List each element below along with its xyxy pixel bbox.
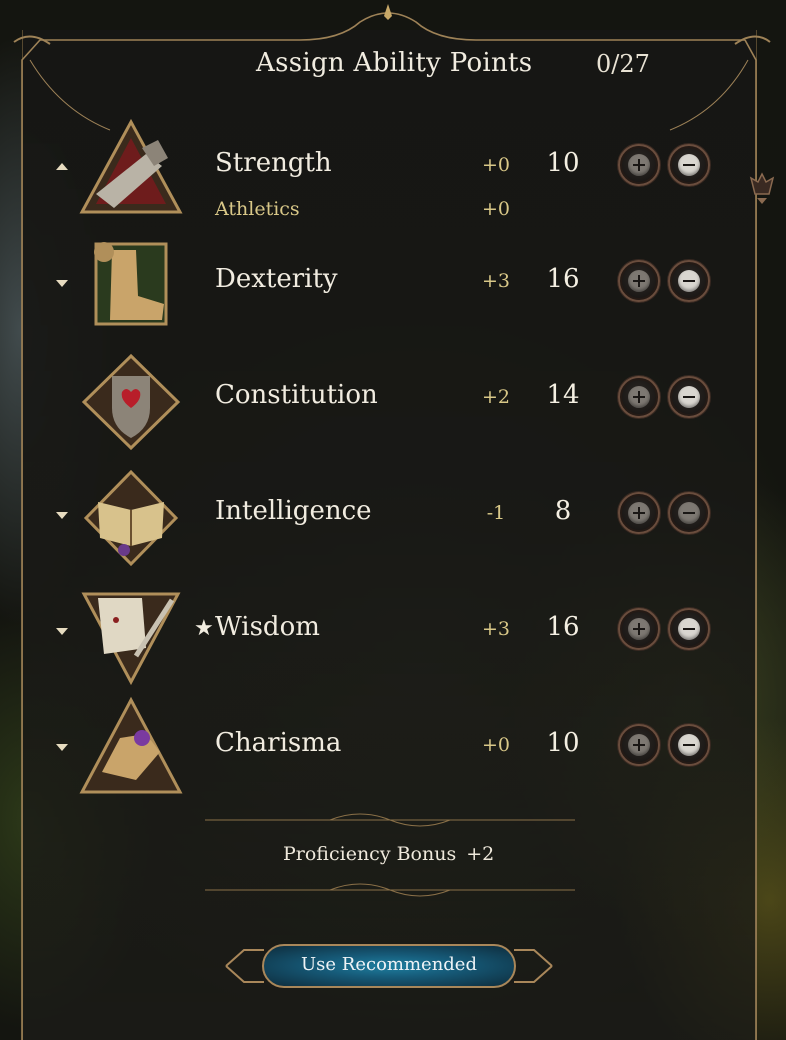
- plus-icon: [628, 270, 650, 292]
- ability-modifier-charisma: +0: [481, 734, 510, 756]
- increase-intelligence-button[interactable]: [618, 492, 660, 534]
- increase-wisdom-button[interactable]: [618, 608, 660, 650]
- ability-score-constitution: 14: [546, 380, 580, 410]
- minus-icon: [678, 734, 700, 756]
- class-primary-star-icon: ★: [194, 616, 214, 641]
- use-recommended-label: Use Recommended: [301, 954, 477, 975]
- minus-icon: [678, 270, 700, 292]
- minus-icon: [678, 502, 700, 524]
- ability-modifier-constitution: +2: [481, 386, 510, 408]
- proficiency-bonus-value: +2: [466, 843, 495, 865]
- expand-caret-icon[interactable]: [56, 628, 68, 635]
- ability-points-counter: 0/27: [596, 50, 650, 78]
- ability-modifier-dexterity: +3: [481, 270, 510, 292]
- ability-score-charisma: 10: [546, 728, 580, 758]
- minus-icon: [678, 618, 700, 640]
- ability-modifier-intelligence: -1: [486, 502, 506, 524]
- ability-modifier-wisdom: +3: [481, 618, 510, 640]
- expand-caret-icon[interactable]: [56, 512, 68, 519]
- skill-name-athletics: Athletics: [215, 198, 300, 220]
- dexterity-boot-icon: [94, 242, 168, 326]
- plus-icon: [628, 618, 650, 640]
- ability-score-intelligence: 8: [554, 496, 572, 526]
- plus-icon: [628, 502, 650, 524]
- crown-ornament-icon: [749, 172, 775, 204]
- ability-row-charisma: Charisma +0 10: [0, 696, 786, 836]
- increase-dexterity-button[interactable]: [618, 260, 660, 302]
- plus-icon: [628, 734, 650, 756]
- ability-name-wisdom: Wisdom: [215, 612, 320, 642]
- strength-gauntlet-icon: [79, 118, 183, 214]
- intelligence-book-icon: [83, 469, 179, 567]
- ability-name-charisma: Charisma: [215, 728, 342, 758]
- ability-modifier-strength: +0: [481, 154, 510, 176]
- minus-icon: [678, 386, 700, 408]
- decrease-wisdom-button[interactable]: [668, 608, 710, 650]
- ability-name-strength: Strength: [215, 148, 332, 178]
- wisdom-scroll-quill-icon: [81, 592, 181, 686]
- use-recommended-button[interactable]: Use Recommended: [222, 936, 556, 996]
- charisma-hand-icon: [79, 696, 183, 794]
- skill-modifier-athletics: +0: [481, 198, 510, 220]
- decrease-strength-button[interactable]: [668, 144, 710, 186]
- ability-name-intelligence: Intelligence: [215, 496, 372, 526]
- decrease-intelligence-button[interactable]: [668, 492, 710, 534]
- proficiency-bonus: Proficiency Bonus +2: [283, 843, 494, 865]
- decrease-dexterity-button[interactable]: [668, 260, 710, 302]
- decrease-charisma-button[interactable]: [668, 724, 710, 766]
- proficiency-bonus-label: Proficiency Bonus: [283, 843, 457, 865]
- plus-icon: [628, 154, 650, 176]
- panel-title: Assign Ability Points: [256, 48, 533, 78]
- ability-score-strength: 10: [546, 148, 580, 178]
- collapse-caret-icon[interactable]: [56, 163, 68, 170]
- ability-score-dexterity: 16: [546, 264, 580, 294]
- decrease-constitution-button[interactable]: [668, 376, 710, 418]
- expand-caret-icon[interactable]: [56, 280, 68, 287]
- ability-score-wisdom: 16: [546, 612, 580, 642]
- increase-strength-button[interactable]: [618, 144, 660, 186]
- minus-icon: [678, 154, 700, 176]
- plus-icon: [628, 386, 650, 408]
- increase-charisma-button[interactable]: [618, 724, 660, 766]
- constitution-heart-shield-icon: [81, 353, 181, 451]
- ability-name-constitution: Constitution: [215, 380, 378, 410]
- expand-caret-icon[interactable]: [56, 744, 68, 751]
- ability-name-dexterity: Dexterity: [215, 264, 338, 294]
- increase-constitution-button[interactable]: [618, 376, 660, 418]
